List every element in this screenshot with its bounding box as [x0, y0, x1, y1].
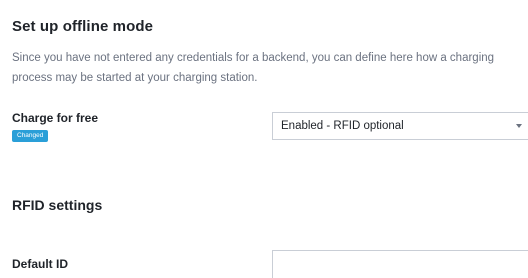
offline-mode-settings-panel: Set up offline mode Since you have not e… — [0, 0, 528, 278]
default-id-input[interactable] — [272, 250, 528, 278]
charge-for-free-selected-value: Enabled - RFID optional — [281, 120, 404, 132]
rfid-settings-title: RFID settings — [12, 197, 103, 213]
section-title: Set up offline mode — [12, 18, 154, 35]
charge-for-free-select[interactable]: Enabled - RFID optional — [272, 112, 528, 140]
charge-for-free-label: Charge for free — [12, 111, 99, 125]
default-id-label: Default ID — [12, 257, 69, 271]
chevron-down-icon — [516, 124, 522, 128]
changed-badge: Changed — [12, 130, 49, 142]
section-description: Since you have not entered any credentia… — [12, 52, 495, 84]
